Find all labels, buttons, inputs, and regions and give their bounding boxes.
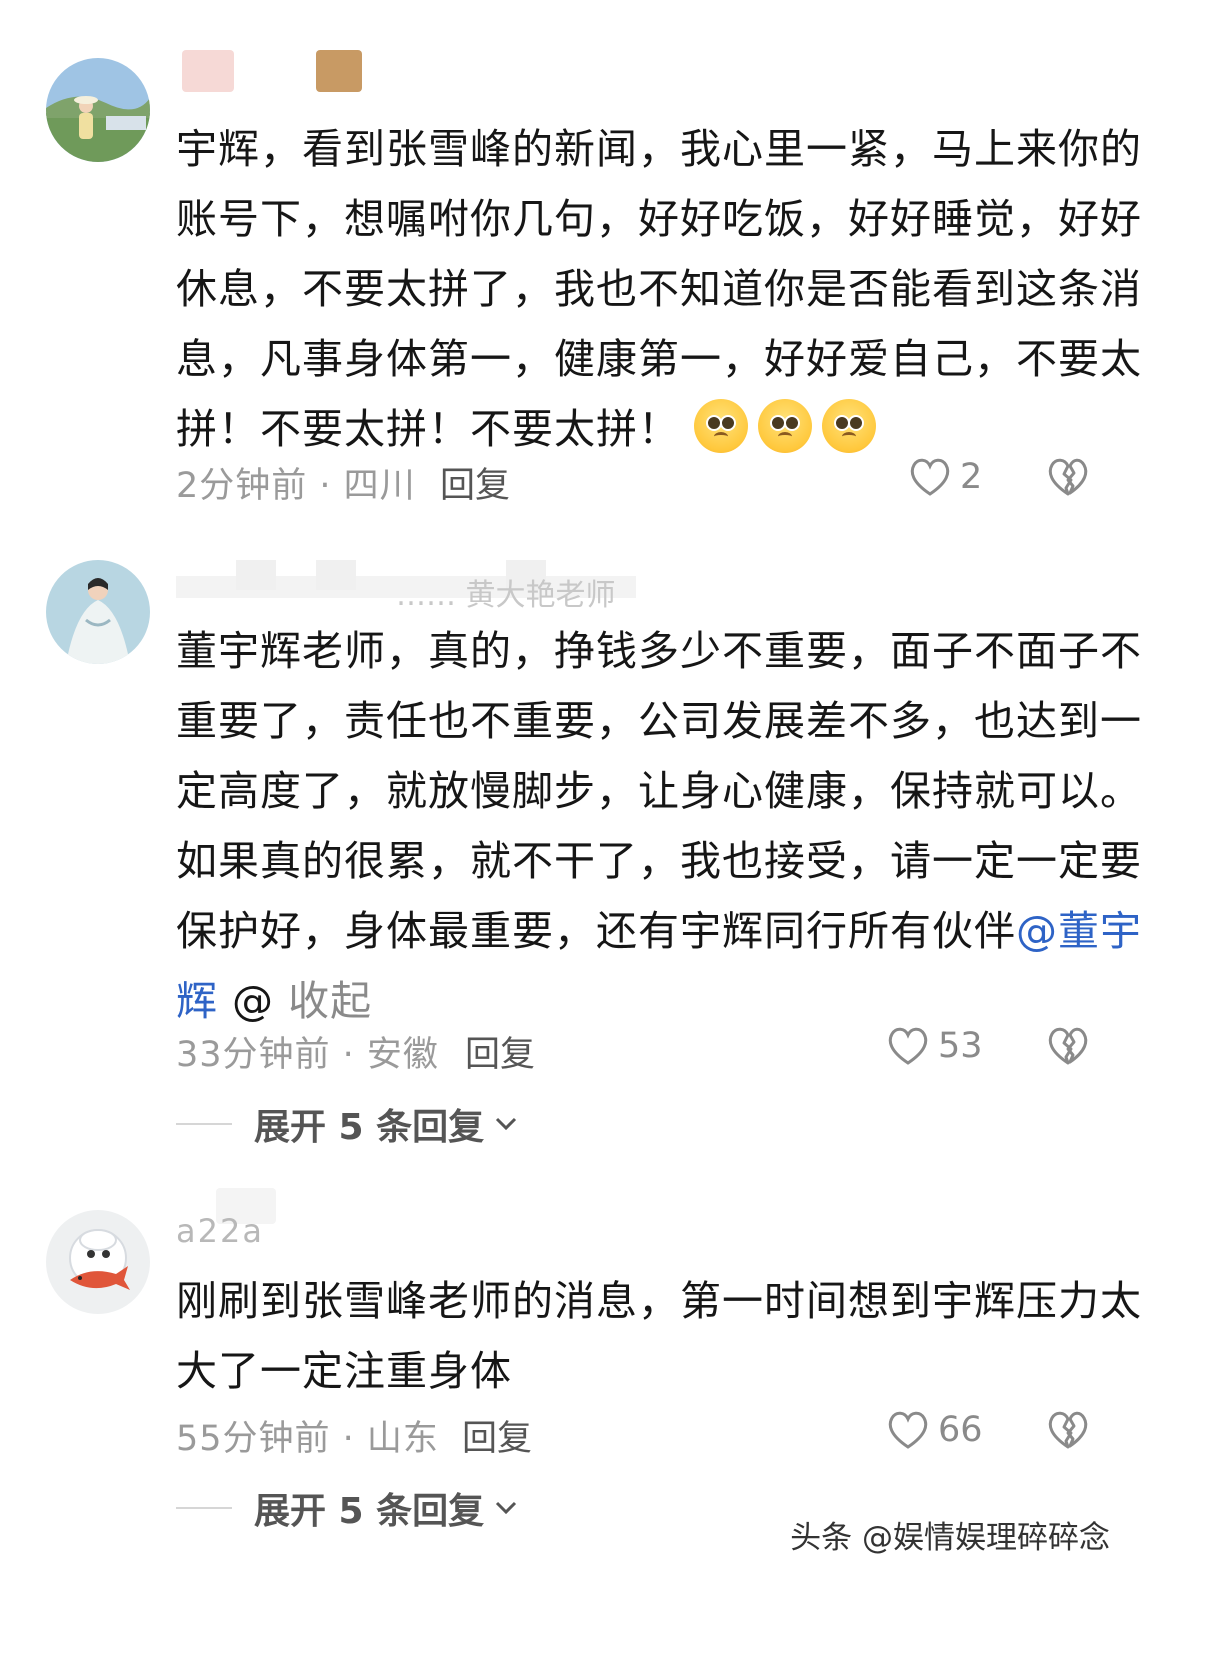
- expand-replies-button[interactable]: 展开 5 条回复: [176, 1482, 518, 1534]
- avatar[interactable]: [46, 1210, 150, 1314]
- watermark: 头条 @娱情娱理碎碎念: [790, 1520, 1110, 1556]
- comment-text: 宇辉，看到张雪峰的新闻，我心里一紧，马上来你的账号下，想嘱咐你几句，好好吃饭，好…: [176, 125, 1142, 453]
- at-symbol: @: [232, 977, 275, 1025]
- comment-body: 宇辉，看到张雪峰的新闻，我心里一紧，马上来你的账号下，想嘱咐你几句，好好吃饭，好…: [176, 114, 1166, 464]
- username-blurred[interactable]: …… 黄大艳老师: [176, 560, 636, 613]
- comment-body: 刚刷到张雪峰老师的消息，第一时间想到宇辉压力太大了一定注重身体: [176, 1266, 1166, 1406]
- username: …… 黄大艳老师: [396, 578, 616, 613]
- pleading-face-icon: [822, 399, 877, 453]
- comment-body: 董宇辉老师，真的，挣钱多少不重要，面子不面子不重要了，责任也不重要，公司发展差不…: [176, 616, 1166, 1036]
- divider-line: [176, 1507, 232, 1509]
- like-count: 66: [938, 1410, 983, 1450]
- like-count: 2: [960, 457, 983, 497]
- like-button[interactable]: 66: [886, 1409, 983, 1451]
- collapse-button[interactable]: 收起: [288, 977, 372, 1025]
- heart-icon: [888, 1027, 928, 1065]
- like-count: 53: [938, 1026, 983, 1066]
- pleading-face-icon: [758, 399, 813, 453]
- dislike-button[interactable]: [1046, 456, 1090, 502]
- broken-heart-icon: [1048, 458, 1088, 496]
- heart-icon: [888, 1411, 928, 1449]
- expand-replies-label: 展开 5 条回复: [254, 1107, 485, 1148]
- chevron-down-icon: [496, 1501, 517, 1515]
- reply-button[interactable]: 回复: [465, 1026, 535, 1077]
- like-button[interactable]: 2: [908, 456, 982, 498]
- comment-text: 刚刷到张雪峰老师的消息，第一时间想到宇辉压力太大了一定注重身体: [176, 1277, 1142, 1395]
- avatar[interactable]: [46, 560, 150, 664]
- username: a22a: [176, 1212, 264, 1250]
- broken-heart-icon: [1048, 1027, 1088, 1065]
- heart-icon: [910, 458, 950, 496]
- pleading-face-icon: [694, 399, 749, 453]
- dislike-button[interactable]: [1046, 1025, 1090, 1071]
- reply-button[interactable]: 回复: [440, 457, 510, 508]
- comment-meta: 55分钟前 · 山东: [176, 1419, 439, 1459]
- comment-text: 董宇辉老师，真的，挣钱多少不重要，面子不面子不重要了，责任也不重要，公司发展差不…: [176, 627, 1142, 955]
- expand-replies-label: 展开 5 条回复: [254, 1491, 485, 1532]
- comment-meta: 2分钟前 · 四川: [176, 466, 416, 506]
- broken-heart-icon: [1048, 1411, 1088, 1449]
- reply-button[interactable]: 回复: [462, 1410, 532, 1461]
- dislike-button[interactable]: [1046, 1409, 1090, 1455]
- avatar[interactable]: [46, 58, 150, 162]
- divider-line: [176, 1123, 232, 1125]
- comment-meta: 33分钟前 · 安徽: [176, 1035, 439, 1075]
- chevron-down-icon: [496, 1117, 517, 1131]
- expand-replies-button[interactable]: 展开 5 条回复: [176, 1098, 518, 1150]
- like-button[interactable]: 53: [886, 1025, 983, 1067]
